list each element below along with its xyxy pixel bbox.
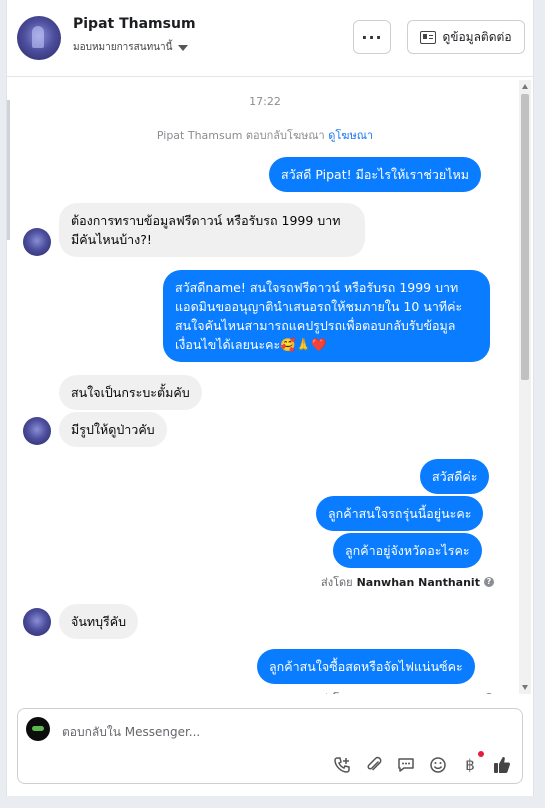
ad-reply-notice: Pipat Thamsum ตอบกลับโฆษณา ดูโฆษณา bbox=[7, 126, 517, 144]
message-bubble-outgoing: สวัสดีname! สนใจรถฟรีดาวน์ หรือรับรถ 199… bbox=[163, 270, 490, 362]
conversation-panel: Pipat Thamsum มอบหมายการสนทนานี้ ··· ดูข… bbox=[6, 0, 534, 796]
message-bubble-incoming: ต้องการทราบข้อมูลฟรีดาวน์ หรือรับรถ 1999… bbox=[59, 203, 365, 257]
sender-avatar[interactable] bbox=[23, 228, 51, 256]
assign-conversation-dropdown[interactable]: มอบหมายการสนทนานี้ bbox=[73, 40, 189, 55]
more-options-button[interactable]: ··· bbox=[353, 20, 391, 54]
attachment-icon[interactable] bbox=[364, 755, 384, 775]
message-bubble-incoming: สนใจเป็นกระบะตั้มคับ bbox=[59, 375, 202, 410]
scrollbar-thumb[interactable] bbox=[521, 94, 529, 380]
page-avatar bbox=[26, 717, 50, 741]
avatar[interactable] bbox=[17, 16, 61, 60]
sent-by-name: Nanwhan Nanthanit bbox=[357, 692, 480, 695]
sent-by-label: ส่งโดย Nanwhan Nanthanit ? bbox=[321, 689, 494, 694]
sent-by-label: ส่งโดย Nanwhan Nanthanit ? bbox=[321, 573, 494, 591]
add-call-icon[interactable] bbox=[332, 755, 352, 775]
reply-input[interactable]: ตอบกลับใน Messenger... bbox=[62, 723, 200, 742]
baht-icon[interactable]: ฿ bbox=[460, 751, 484, 775]
message-bubble-outgoing: สวัสดี Pipat! มีอะไรให้เราช่วยไหม bbox=[269, 157, 481, 192]
view-contact-label: ดูข้อมูลติดต่อ bbox=[442, 29, 512, 44]
message-bubble-outgoing: สวัสดีค่ะ bbox=[420, 459, 490, 494]
sent-by-prefix: ส่งโดย bbox=[321, 576, 353, 589]
conversation-header: Pipat Thamsum มอบหมายการสนทนานี้ ··· ดูข… bbox=[7, 0, 533, 77]
ad-reply-text: Pipat Thamsum ตอบกลับโฆษณา bbox=[156, 129, 325, 142]
message-bubble-incoming: จันทบุรีคับ bbox=[59, 604, 139, 639]
message-bubble-outgoing: ลูกค้าอยู่จังหวัดอะไรคะ bbox=[333, 533, 482, 568]
assign-label: มอบหมายการสนทนานี้ bbox=[73, 42, 173, 53]
message-thread[interactable]: 17:22 Pipat Thamsum ตอบกลับโฆษณา ดูโฆษณา… bbox=[7, 78, 517, 694]
more-icon: ··· bbox=[361, 27, 383, 47]
message-bubble-outgoing: ลูกค้าสนใจซื้อสดหรือจัดไฟแน่นซ์คะ bbox=[257, 649, 475, 684]
contact-card-icon bbox=[420, 30, 437, 44]
emoji-icon[interactable] bbox=[428, 755, 448, 775]
reply-composer[interactable]: ตอบกลับใน Messenger... ฿ bbox=[17, 708, 523, 784]
like-icon[interactable] bbox=[492, 755, 512, 775]
view-ad-link[interactable]: ดูโฆษณา bbox=[328, 129, 373, 142]
scroll-up-arrow-icon[interactable] bbox=[522, 84, 528, 89]
thread-scrollbar[interactable] bbox=[519, 80, 531, 694]
message-bubble-incoming: มีรูปให้ดูป่าวคับ bbox=[59, 412, 167, 447]
sender-avatar[interactable] bbox=[23, 417, 51, 445]
scroll-down-arrow-icon[interactable] bbox=[522, 685, 528, 690]
view-contact-button[interactable]: ดูข้อมูลติดต่อ bbox=[407, 20, 525, 54]
message-bubble-outgoing: ลูกค้าสนใจรถรุ่นนี้อยู่นะคะ bbox=[316, 496, 484, 531]
composer-toolbar: ฿ bbox=[332, 751, 512, 775]
sent-by-prefix: ส่งโดย bbox=[321, 689, 353, 694]
notification-dot bbox=[478, 751, 484, 757]
saved-reply-icon[interactable] bbox=[396, 755, 416, 775]
sent-by-name: Nanwhan Nanthanit bbox=[356, 575, 480, 589]
help-icon[interactable]: ? bbox=[483, 577, 494, 587]
page-title[interactable]: Pipat Thamsum bbox=[73, 16, 196, 32]
timestamp: 17:22 bbox=[249, 95, 281, 108]
sender-avatar[interactable] bbox=[23, 608, 51, 636]
help-icon[interactable]: ? bbox=[483, 693, 494, 694]
caret-down-icon bbox=[178, 44, 189, 51]
